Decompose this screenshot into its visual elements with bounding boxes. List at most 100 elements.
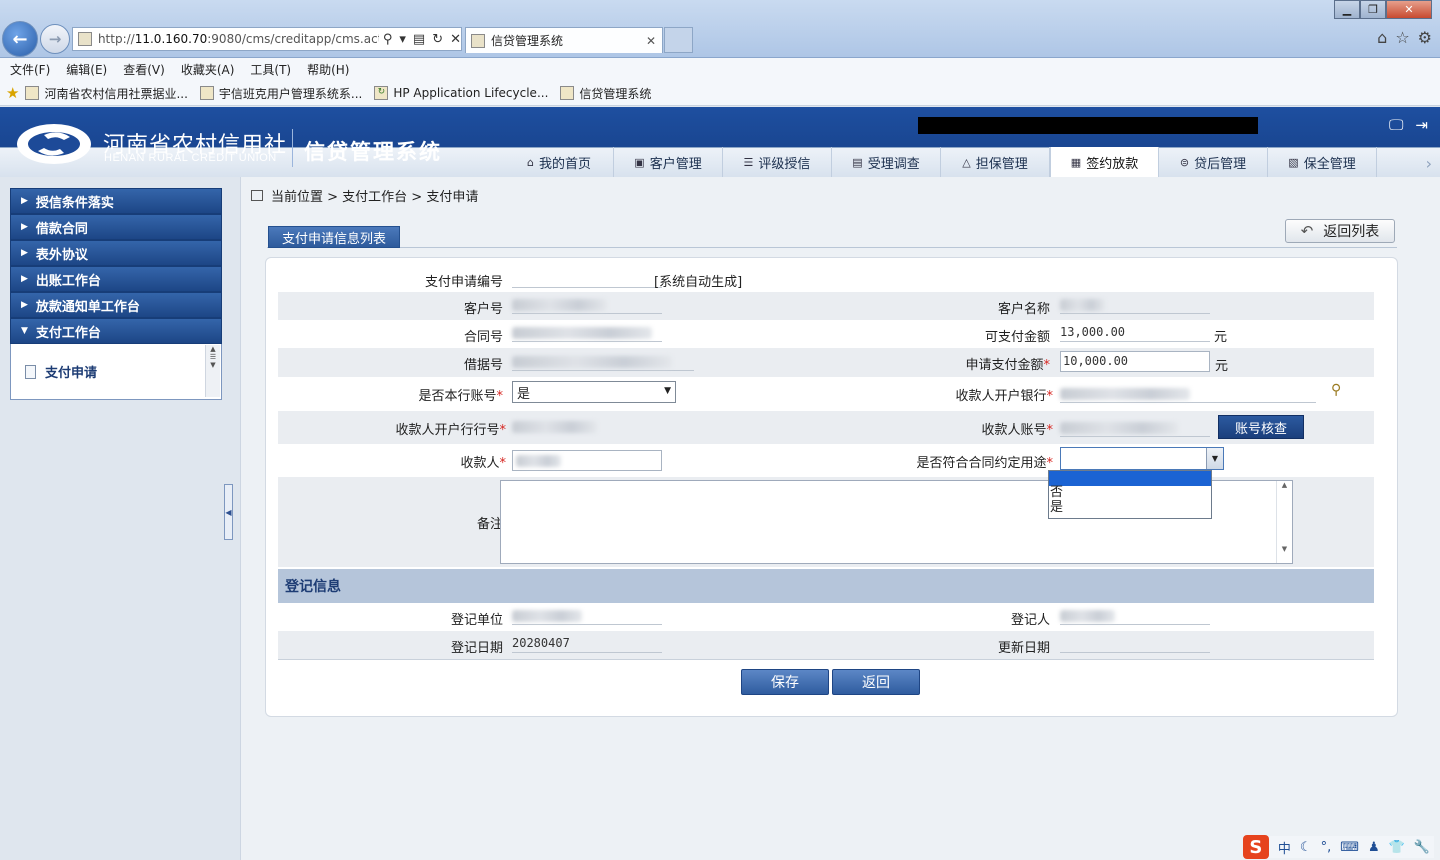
nav-home[interactable]: ⌂ 我的首页 xyxy=(505,147,614,177)
refresh-icon[interactable]: ↻ xyxy=(432,32,443,47)
compat-view-icon[interactable]: ▤ xyxy=(413,32,425,47)
nav-signing-loan[interactable]: ▦ 签约放款 xyxy=(1050,147,1159,177)
sogou-ime-icon[interactable]: S xyxy=(1242,835,1269,859)
wrench-icon[interactable]: 🔧 xyxy=(1414,840,1430,855)
content-area: 当前位置 > 支付工作台 > 支付申请 支付申请信息列表 ↶ 返回列表 支付申请… xyxy=(240,177,1440,860)
payee-account-field[interactable] xyxy=(1060,417,1210,437)
chevron-right-icon: ▶ xyxy=(21,274,28,284)
apply-amount-input[interactable]: 10,000.00 xyxy=(1060,351,1210,372)
signing-icon: ▦ xyxy=(1070,155,1082,169)
keyboard-icon[interactable]: ⌨ xyxy=(1340,840,1359,855)
logout-icon[interactable]: ⇥ xyxy=(1415,116,1428,134)
search-icon[interactable]: ⚲ xyxy=(383,32,393,47)
ime-chinese-mode[interactable]: 中 xyxy=(1278,838,1291,857)
preservation-icon: ▧ xyxy=(1288,155,1299,169)
nav-survey[interactable]: ▤ 受理调查 xyxy=(832,147,941,177)
payee-bank-field[interactable] xyxy=(1060,383,1316,403)
back-to-list-button[interactable]: ↶ 返回列表 xyxy=(1285,219,1395,243)
purpose-options-list: 否 是 xyxy=(1048,470,1212,519)
customer-name-field xyxy=(1060,294,1210,314)
unit-label: 元 xyxy=(1214,330,1228,345)
back-arrow-icon[interactable]: ← xyxy=(2,21,38,57)
moon-icon[interactable]: ☾ xyxy=(1300,840,1312,855)
payee-bank-no-label: 收款人开户行行号* xyxy=(395,423,506,438)
collapse-sidebar-handle[interactable]: ◀ xyxy=(224,484,233,540)
credit-union-logo-icon xyxy=(17,124,91,164)
sidebar-item-notice[interactable]: ▶ 放款通知单工作台 xyxy=(10,292,222,318)
nav-scroll-right-icon[interactable]: › xyxy=(1426,154,1432,173)
favorite-link[interactable]: 宇信班克用户管理系统系... xyxy=(199,85,362,102)
menu-help[interactable]: 帮助(H) xyxy=(307,61,349,78)
sidebar-subpanel: 支付申请 ▲ ☰ ▼ xyxy=(10,344,222,400)
forward-arrow-icon[interactable]: → xyxy=(40,24,70,54)
sidebar-scrollbar[interactable]: ▲ ☰ ▼ xyxy=(205,345,220,397)
gear-icon[interactable]: ⚙ xyxy=(1418,28,1432,47)
back-button[interactable]: 返回 xyxy=(832,669,920,695)
reg-person-label: 登记人 xyxy=(1010,613,1050,628)
nav-post-loan[interactable]: ⊜ 贷后管理 xyxy=(1159,147,1268,177)
redacted-region xyxy=(918,117,1258,134)
monitor-icon[interactable]: 🖵 xyxy=(1389,116,1403,134)
available-amount-label: 可支付金额 xyxy=(984,330,1050,345)
payment-no-hint: [系统自动生成] xyxy=(654,275,743,290)
breadcrumb: 当前位置 > 支付工作台 > 支付申请 xyxy=(251,186,478,205)
sidebar-item-payment[interactable]: ▼ 支付工作台 xyxy=(10,318,222,344)
tab-payment-list[interactable]: 支付申请信息列表 xyxy=(268,226,400,248)
address-url[interactable]: http://11.0.160.70:9080/cms/creditapp/cm… xyxy=(98,32,379,46)
apply-amount-label: 申请支付金额* xyxy=(965,358,1050,373)
menu-view[interactable]: 查看(V) xyxy=(123,61,165,78)
sidebar-item-off-balance[interactable]: ▶ 表外协议 xyxy=(10,240,222,266)
purpose-option-yes[interactable]: 是 xyxy=(1049,501,1211,516)
menu-favorites[interactable]: 收藏夹(A) xyxy=(181,61,235,78)
sidebar-item-credit-conditions[interactable]: ▶ 授信条件落实 xyxy=(10,188,222,214)
new-tab-button[interactable] xyxy=(664,27,693,53)
menu-tools[interactable]: 工具(T) xyxy=(250,61,291,78)
user-icon[interactable]: ♟ xyxy=(1368,840,1380,855)
save-button[interactable]: 保存 xyxy=(741,669,829,695)
nav-preservation[interactable]: ▧ 保全管理 xyxy=(1268,147,1377,177)
sidebar-item-loan-contract[interactable]: ▶ 借款合同 xyxy=(10,214,222,240)
favorite-link[interactable]: 信贷管理系统 xyxy=(560,85,651,102)
menu-file[interactable]: 文件(F) xyxy=(10,61,50,78)
close-tab-icon[interactable]: ✕ xyxy=(646,34,656,48)
reg-unit-label: 登记单位 xyxy=(450,613,503,628)
stop-icon[interactable]: ✕ xyxy=(450,32,461,47)
nav-customer[interactable]: ▣ 客户管理 xyxy=(614,147,723,177)
dropdown-arrow-icon[interactable]: ▼ xyxy=(1206,448,1223,469)
purpose-option-no[interactable]: 否 xyxy=(1049,486,1211,501)
nav-rating[interactable]: ☰ 评级授信 xyxy=(723,147,832,177)
menu-edit[interactable]: 编辑(E) xyxy=(66,61,107,78)
purpose-select[interactable]: ▼ xyxy=(1060,447,1224,470)
payment-no-field xyxy=(512,268,662,288)
home-icon[interactable]: ⌂ xyxy=(1377,28,1387,47)
reg-person-field xyxy=(1060,605,1210,625)
favorite-link[interactable]: 河南省农村信用社票据业... xyxy=(25,85,188,102)
ime-toolbar: S 中 ☾ °, ⌨ ♟ 👕 🔧 xyxy=(1242,835,1434,859)
tab-favicon-icon xyxy=(471,33,485,48)
favorites-star-icon[interactable]: ☆ xyxy=(1395,28,1409,47)
browser-tab[interactable]: 信贷管理系统 ✕ xyxy=(465,27,663,53)
favorites-star-icon[interactable]: ★ xyxy=(6,84,19,102)
address-bar[interactable]: http://11.0.160.70:9080/cms/creditapp/cm… xyxy=(72,27,462,51)
favorite-link[interactable]: ↻ HP Application Lifecycle... xyxy=(374,86,548,100)
payee-input[interactable] xyxy=(512,450,662,471)
search-icon[interactable]: ⚲ xyxy=(1331,382,1341,398)
purpose-option-empty[interactable] xyxy=(1049,471,1211,486)
close-window-button[interactable]: ✕ xyxy=(1386,0,1432,19)
sidebar-item-disbursement[interactable]: ▶ 出账工作台 xyxy=(10,266,222,292)
minimize-button[interactable]: ▁ xyxy=(1334,0,1360,19)
own-bank-select[interactable]: 是 ▼ xyxy=(512,381,676,403)
sidebar-subitem-payment-apply[interactable]: 支付申请 xyxy=(25,362,97,381)
chevron-right-icon: ▶ xyxy=(21,248,28,258)
document-icon xyxy=(25,364,36,379)
reg-unit-field xyxy=(512,605,662,625)
skin-shirt-icon[interactable]: 👕 xyxy=(1389,840,1405,855)
main-nav: ⌂ 我的首页 ▣ 客户管理 ☰ 评级授信 ▤ 受理调查 △ 担保管理 ▦ 签约放款 ⊜ 贷后管… xyxy=(505,147,1377,177)
maximize-button[interactable]: ❐ xyxy=(1360,0,1386,19)
check-account-button[interactable]: 账号核查 xyxy=(1218,415,1304,439)
dropdown-icon[interactable]: ▾ xyxy=(399,32,406,47)
textarea-scrollbar[interactable]: ▲ ▼ xyxy=(1276,481,1292,563)
punctuation-icon[interactable]: °, xyxy=(1321,840,1332,855)
remark-label: 备注 xyxy=(476,517,503,532)
nav-guarantee[interactable]: △ 担保管理 xyxy=(941,147,1050,177)
